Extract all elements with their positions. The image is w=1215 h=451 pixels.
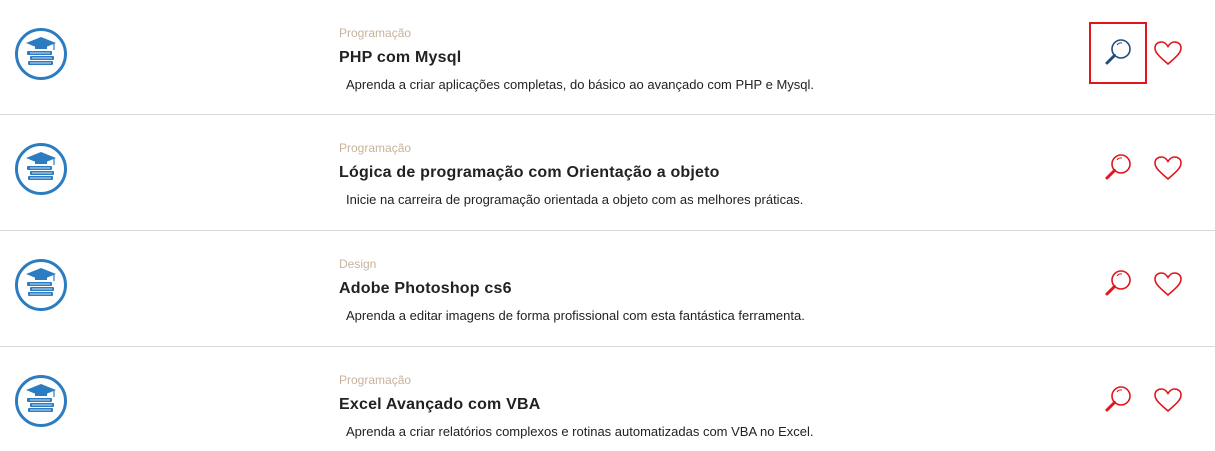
view-course-button[interactable]	[1089, 253, 1147, 315]
course-description: Inicie na carreira de programação orient…	[346, 192, 804, 207]
graduation-books-icon	[15, 28, 67, 80]
course-category: Programação	[339, 26, 412, 40]
course-row: Programação Excel Avançado com VBA Apren…	[0, 347, 1215, 451]
course-description: Aprenda a criar relatórios complexos e r…	[346, 424, 814, 439]
course-title[interactable]: PHP com Mysql	[339, 49, 461, 67]
view-course-button[interactable]	[1089, 137, 1147, 199]
favorite-button[interactable]	[1151, 153, 1185, 183]
course-category: Programação	[339, 141, 412, 155]
course-description: Aprenda a editar imagens de forma profis…	[346, 308, 805, 323]
view-course-button[interactable]	[1089, 22, 1147, 84]
graduation-books-icon	[15, 259, 67, 311]
favorite-button[interactable]	[1151, 38, 1185, 68]
graduation-books-icon	[15, 375, 67, 427]
course-category: Design	[339, 257, 377, 271]
magnifier-icon	[1105, 270, 1131, 296]
course-row: Programação PHP com Mysql Aprenda a cria…	[0, 0, 1215, 114]
heart-icon	[1154, 156, 1182, 181]
course-category: Programação	[339, 373, 412, 387]
heart-icon	[1154, 272, 1182, 297]
graduation-books-icon	[15, 143, 67, 195]
course-row: Design Adobe Photoshop cs6 Aprenda a edi…	[0, 231, 1215, 345]
heart-icon	[1154, 388, 1182, 413]
course-title[interactable]: Excel Avançado com VBA	[339, 396, 541, 414]
course-row: Programação Lógica de programação com Or…	[0, 115, 1215, 229]
heart-icon	[1154, 41, 1182, 66]
magnifier-icon	[1105, 154, 1131, 180]
favorite-button[interactable]	[1151, 385, 1185, 415]
course-description: Aprenda a criar aplicações completas, do…	[346, 77, 815, 92]
magnifier-icon	[1105, 39, 1131, 65]
course-title[interactable]: Lógica de programação com Orientação a o…	[339, 164, 720, 182]
course-list: Programação PHP com Mysql Aprenda a cria…	[0, 0, 1215, 451]
view-course-button[interactable]	[1089, 369, 1147, 431]
course-title[interactable]: Adobe Photoshop cs6	[339, 280, 512, 298]
favorite-button[interactable]	[1151, 269, 1185, 299]
magnifier-icon	[1105, 386, 1131, 412]
